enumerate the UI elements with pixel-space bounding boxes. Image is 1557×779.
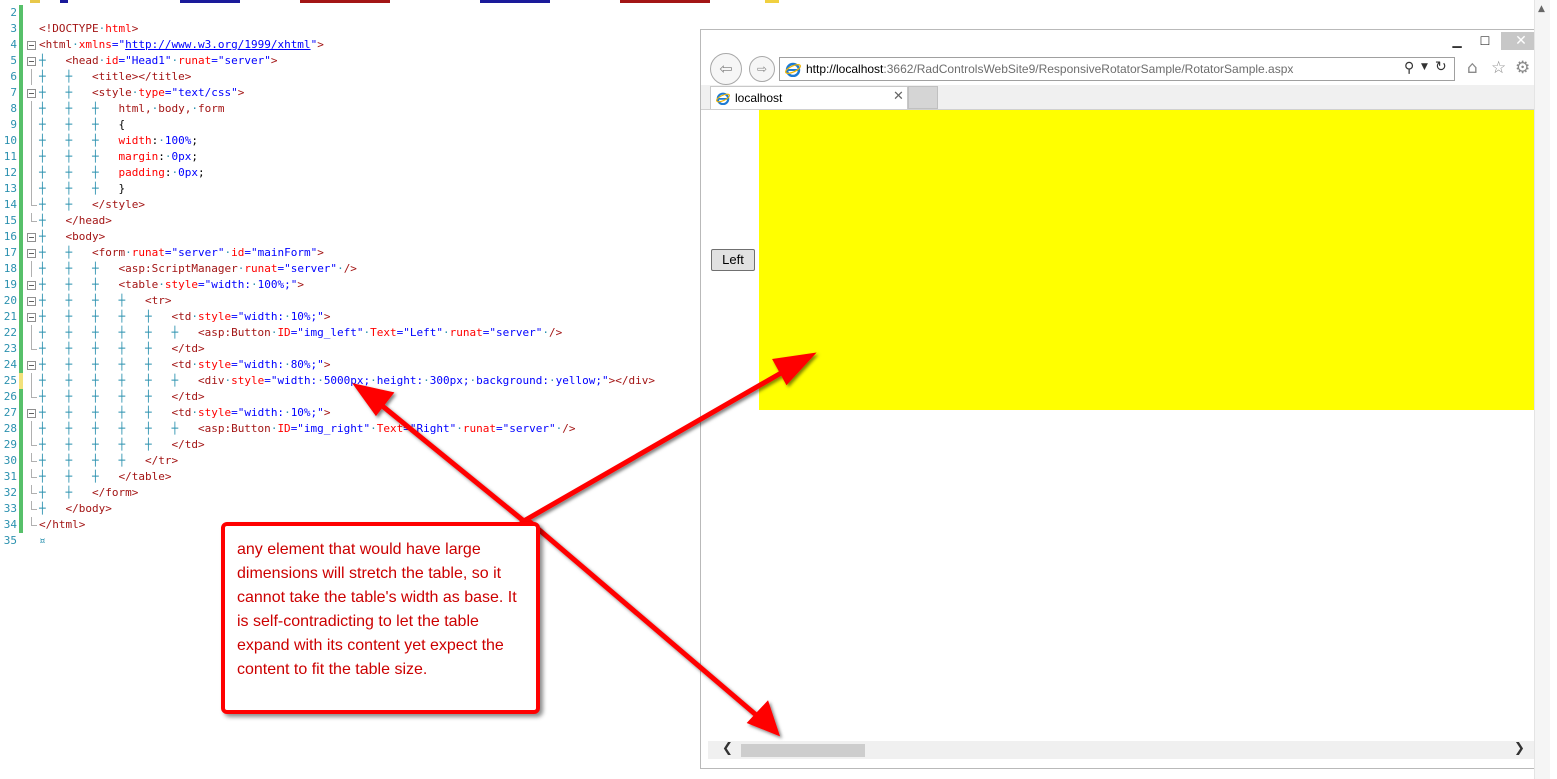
arrow-to-bottom — [527, 519, 765, 723]
annotation-text: any element that would have large dimens… — [237, 541, 517, 678]
arrowhead-bottom — [746, 700, 781, 737]
arrow-to-code — [372, 397, 528, 525]
annotation-callout: any element that would have large dimens… — [221, 522, 540, 714]
arrowhead-yellow-div — [772, 352, 817, 386]
arrow-to-yellow-div — [519, 362, 798, 525]
